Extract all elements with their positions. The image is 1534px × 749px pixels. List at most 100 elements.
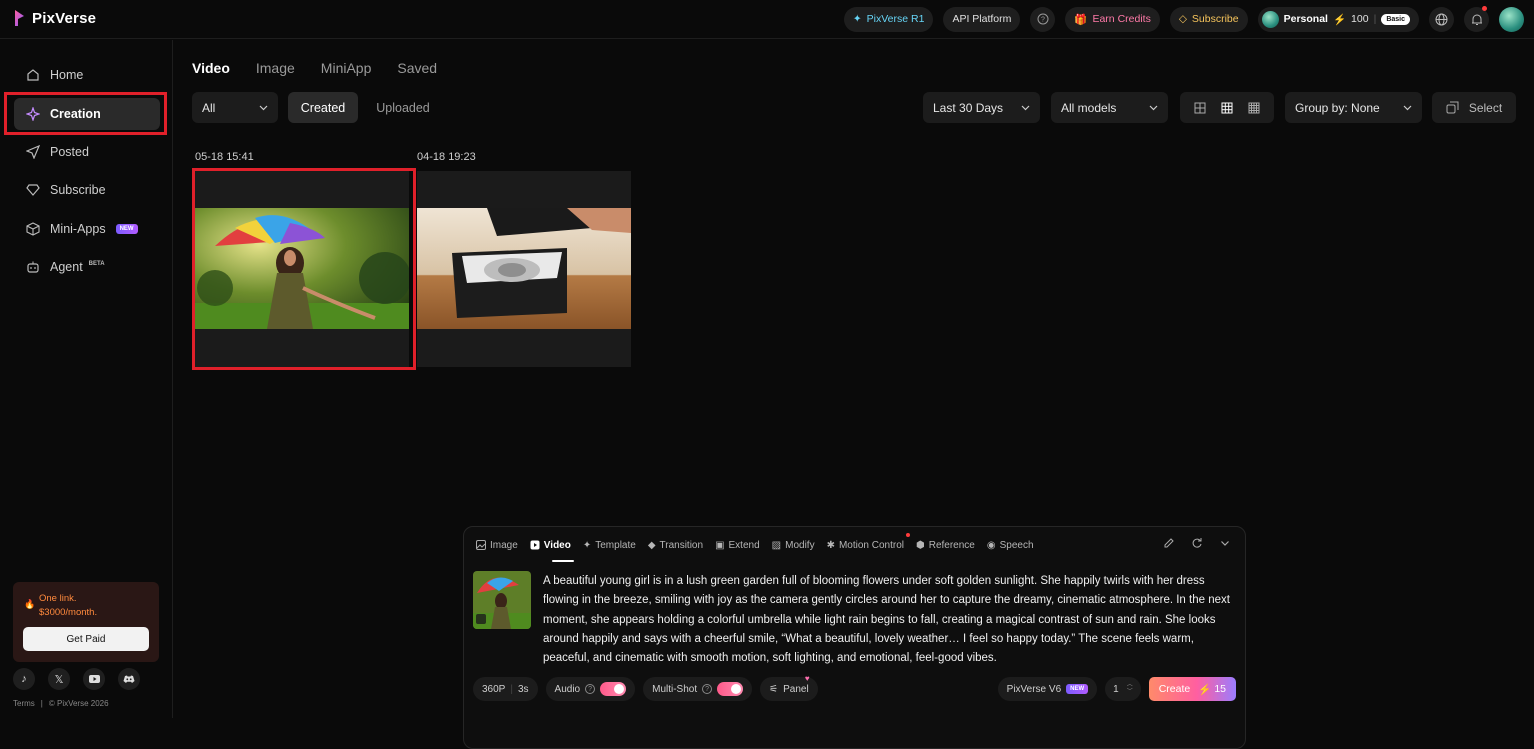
get-paid-button[interactable]: Get Paid — [23, 627, 149, 651]
filter-dropdown[interactable]: All — [192, 92, 278, 123]
tab-modify[interactable]: ▨ Modify — [772, 537, 815, 553]
date-range-dropdown[interactable]: Last 30 Days — [923, 92, 1040, 123]
sparkle-icon: ✦ — [582, 539, 592, 551]
prompt-reference-image[interactable] — [473, 571, 531, 629]
earn-credits-label: Earn Credits — [1092, 13, 1151, 25]
tab-video[interactable]: Video — [192, 60, 230, 76]
tab-template[interactable]: ✦ Template — [583, 537, 636, 553]
sidebar: Home Creation Posted Subscribe Mini-Apps… — [0, 40, 173, 718]
x-icon: 𝕏 — [54, 673, 64, 686]
tab-reference[interactable]: ⬢ Reference — [916, 537, 975, 553]
account-button[interactable]: Personal ⚡ 100 | Basic — [1257, 6, 1419, 32]
grid-medium-icon[interactable] — [1221, 102, 1233, 114]
api-platform-label: API Platform — [952, 13, 1012, 25]
video-card[interactable] — [417, 171, 631, 367]
speech-icon: ◉ — [986, 539, 996, 551]
stepper-arrows[interactable]: ︿ ﹀ — [1127, 682, 1133, 696]
tab-saved[interactable]: Saved — [397, 60, 437, 76]
sidebar-item-mini-apps[interactable]: Mini-Apps NEW — [14, 213, 160, 245]
multishot-toggle[interactable] — [717, 682, 744, 696]
youtube-icon — [88, 675, 100, 683]
created-button[interactable]: Created — [288, 92, 358, 123]
sidebar-item-label: Creation — [50, 107, 101, 121]
motion-icon: ✱ — [826, 539, 835, 551]
language-button[interactable] — [1429, 6, 1454, 32]
tab-image[interactable]: Image — [476, 537, 518, 553]
audio-toggle[interactable] — [600, 682, 627, 696]
user-avatar[interactable] — [1499, 6, 1524, 32]
footer-separator: | — [40, 699, 43, 708]
panel-button[interactable]: ⚟ Panel ♥ — [760, 674, 818, 701]
svg-text:?: ? — [1041, 17, 1045, 24]
reset-icon[interactable] — [1191, 537, 1203, 549]
grid-small-icon[interactable] — [1248, 102, 1260, 114]
notifications-button[interactable] — [1464, 5, 1489, 32]
audio-help-icon[interactable]: ? — [585, 684, 596, 694]
app-name: PixVerse — [32, 9, 97, 27]
prompt-text[interactable]: A beautiful young girl is in a lush gree… — [543, 572, 1238, 668]
promo-text: One link. $3000/month. — [39, 592, 97, 620]
grid-large-icon[interactable] — [1194, 102, 1206, 114]
duration-value: 3s — [517, 683, 529, 695]
prompt-composer: Image Video ✦ Template ◆ Transition ▣ Ex… — [463, 526, 1246, 749]
up-arrow-icon[interactable]: ︿ — [1127, 682, 1133, 689]
separator: | — [510, 683, 513, 695]
api-platform-button[interactable]: API Platform — [943, 6, 1021, 32]
sidebar-item-posted[interactable]: Posted — [14, 136, 160, 168]
earn-credits-button[interactable]: 🎁 Earn Credits — [1065, 6, 1160, 32]
tab-label: Extend — [728, 539, 760, 551]
promo-card: 🔥 One link. $3000/month. Get Paid — [13, 582, 159, 662]
tab-image[interactable]: Image — [256, 60, 295, 76]
discord-link[interactable] — [118, 668, 140, 690]
heart-icon: ♥ — [804, 674, 810, 683]
edit-icon[interactable] — [1163, 537, 1175, 549]
select-button[interactable]: Select — [1432, 92, 1516, 123]
tab-video[interactable]: Video — [530, 537, 571, 553]
x-link[interactable]: 𝕏 — [48, 668, 70, 690]
pixverse-r1-button[interactable]: ✦ PixVerse R1 — [843, 6, 934, 32]
send-icon — [26, 145, 40, 159]
create-button[interactable]: Create ⚡ 15 — [1148, 677, 1236, 701]
modify-icon: ▨ — [771, 539, 782, 551]
youtube-link[interactable] — [83, 668, 105, 690]
uploaded-button[interactable]: Uploaded — [368, 92, 438, 123]
down-arrow-icon[interactable]: ﹀ — [1127, 689, 1133, 696]
sidebar-item-label: Agent — [50, 260, 83, 274]
sidebar-item-creation[interactable]: Creation — [14, 98, 160, 130]
terms-link[interactable]: Terms — [13, 699, 35, 708]
model-selector[interactable]: PixVerse V6 NEW — [997, 677, 1098, 701]
tab-speech[interactable]: ◉ Speech — [987, 537, 1034, 553]
group-by-dropdown[interactable]: Group by: None — [1285, 92, 1422, 123]
audio-label: Audio — [554, 683, 581, 695]
cube-icon — [26, 222, 40, 236]
chevron-down-icon[interactable] — [1219, 537, 1231, 549]
resolution-duration-selector[interactable]: 360P | 3s — [473, 677, 538, 701]
filter-value: All — [202, 100, 216, 115]
video-card[interactable] — [195, 171, 409, 367]
item-date: 05-18 15:41 — [195, 151, 254, 163]
home-icon — [27, 69, 39, 81]
new-badge: NEW — [1066, 684, 1089, 694]
tiktok-link[interactable]: ♪ — [13, 668, 35, 690]
count-stepper[interactable]: 1 ︿ ﹀ — [1105, 677, 1141, 701]
tab-miniapp[interactable]: MiniApp — [321, 60, 372, 76]
models-dropdown[interactable]: All models — [1051, 92, 1168, 123]
tab-extend[interactable]: ▣ Extend — [715, 537, 760, 553]
social-links: ♪ 𝕏 — [13, 668, 140, 690]
subscribe-button[interactable]: ◇ Subscribe — [1169, 6, 1248, 32]
help-button[interactable]: ? — [1030, 6, 1056, 32]
logo[interactable]: PixVerse — [14, 8, 96, 28]
diamond-icon: ◇ — [1178, 13, 1187, 25]
sidebar-item-home[interactable]: Home — [14, 59, 160, 91]
group-by-value: Group by: None — [1295, 100, 1380, 115]
tab-transition[interactable]: ◆ Transition — [648, 537, 703, 553]
chevron-down-icon — [1021, 105, 1030, 110]
composer-actions — [1163, 537, 1231, 549]
account-avatar — [1261, 10, 1279, 28]
sidebar-item-agent[interactable]: Agent BETA — [14, 251, 160, 283]
item-date: 04-18 19:23 — [417, 151, 476, 163]
sidebar-item-subscribe[interactable]: Subscribe — [14, 174, 160, 206]
tab-motion-control[interactable]: ✱ Motion Control — [826, 533, 910, 553]
multishot-help-icon[interactable]: ? — [702, 684, 713, 694]
count-value: 1 — [1113, 683, 1119, 695]
